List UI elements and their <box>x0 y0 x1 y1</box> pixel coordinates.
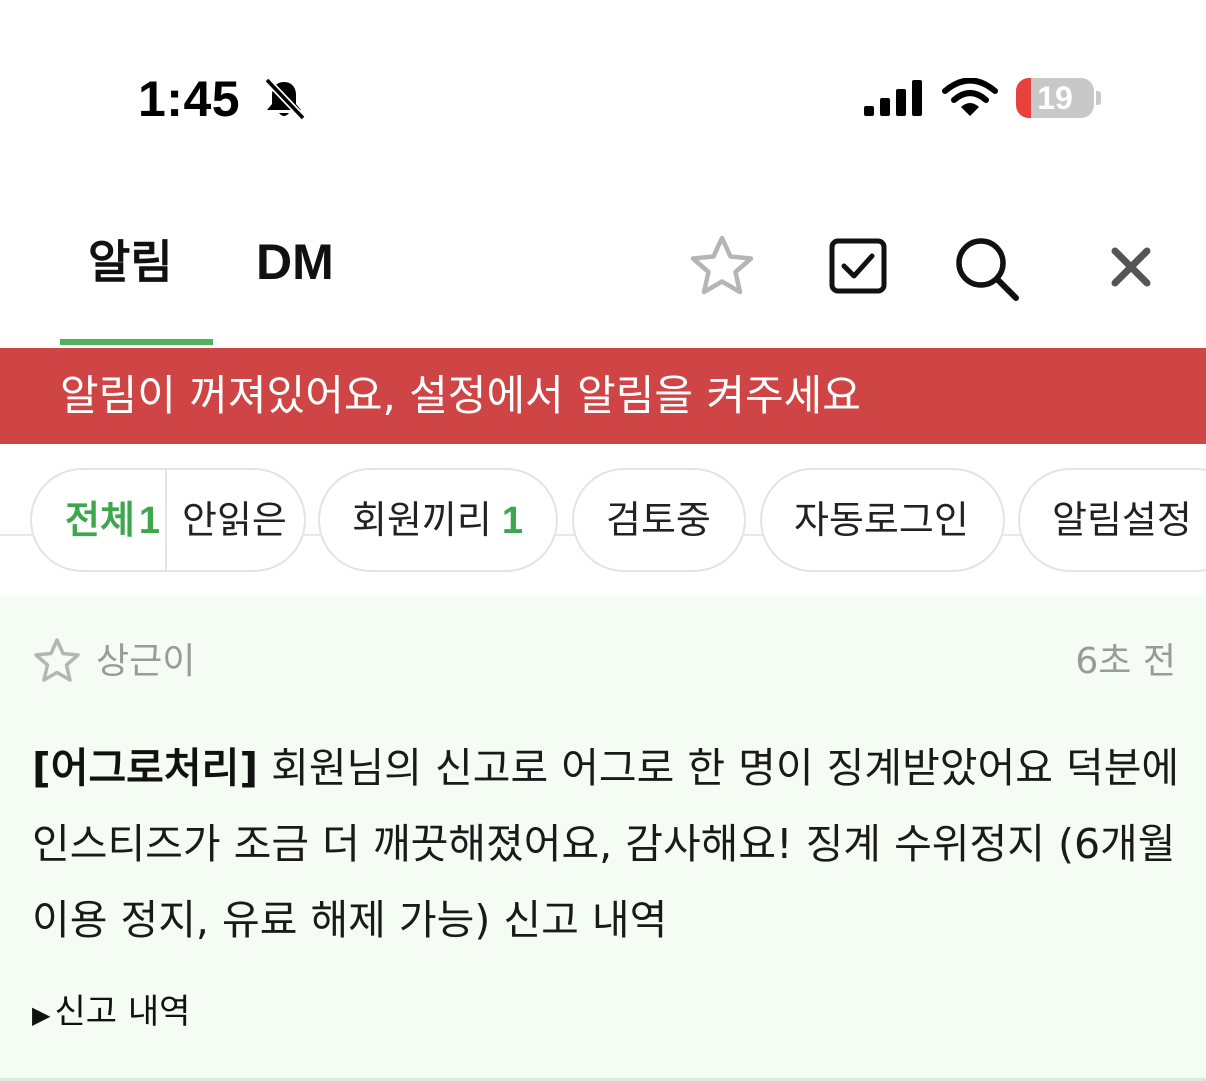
select-mode-button[interactable] <box>822 232 892 302</box>
filter-settings-label: 알림설정 <box>1052 498 1192 542</box>
report-history-link[interactable]: ▶ 신고 내역 <box>32 990 190 1037</box>
filter-autologin-label: 자동로그인 <box>794 498 969 542</box>
close-button[interactable] <box>1096 232 1166 302</box>
notification-user: 상근이 <box>96 641 196 682</box>
checkbox-icon <box>829 238 887 294</box>
filter-chip-row: 전체 1 안읽은 회원끼리 1 검토중 자동로그인 알림설정 <box>0 468 1206 572</box>
notification-tag: [어그로처리] <box>32 744 259 792</box>
filter-alert-settings[interactable]: 알림설정 <box>1018 468 1206 572</box>
bell-slash-icon <box>261 76 307 122</box>
expand-triangle-icon: ▶ <box>32 1001 51 1029</box>
filter-chip-all-unread: 전체 1 안읽은 <box>30 468 306 572</box>
notification-item[interactable]: 상근이 6초 전 [어그로처리] 회원님의 신고로 어그로 한 명이 징계받았어… <box>0 596 1206 1081</box>
battery-indicator: 19 <box>1016 78 1104 118</box>
header: 알림 DM <box>0 190 1206 536</box>
tab-dm[interactable]: DM <box>256 232 334 292</box>
notification-star-button[interactable] <box>32 636 82 686</box>
filter-members-label: 회원끼리 <box>352 498 492 542</box>
filter-all-label: 전체 <box>65 498 135 542</box>
notification-message: [어그로처리] 회원님의 신고로 어그로 한 명이 징계받았어요 덕분에 인스티… <box>32 730 1202 958</box>
filter-all-count: 1 <box>138 500 161 542</box>
favorite-star-button[interactable] <box>687 232 757 302</box>
filter-members[interactable]: 회원끼리 1 <box>318 468 558 572</box>
star-icon <box>34 638 80 682</box>
battery-cap <box>1096 91 1101 105</box>
notification-disabled-banner[interactable]: 알림이 꺼져있어요, 설정에서 알림을 켜주세요 <box>0 348 1206 444</box>
notification-screen: 1:45 19 알림 DM 알림이 꺼져있어요, 설정에서 알림을 켜주세요 전… <box>0 0 1206 1081</box>
filter-autologin[interactable]: 자동로그인 <box>760 468 1005 572</box>
search-icon <box>956 238 1019 301</box>
report-history-label: 신고 내역 <box>54 992 191 1032</box>
chip-divider <box>165 470 167 570</box>
filter-review-label: 검토중 <box>606 498 711 542</box>
status-bar: 1:45 19 <box>0 0 1206 190</box>
filter-unread[interactable]: 안읽은 <box>182 470 287 570</box>
banner-text: 알림이 꺼져있어요, 설정에서 알림을 켜주세요 <box>60 371 861 420</box>
active-tab-indicator <box>60 339 213 345</box>
cellular-signal-icon <box>864 80 924 116</box>
star-icon <box>690 235 754 295</box>
search-button[interactable] <box>950 232 1020 302</box>
filter-all[interactable]: 전체 1 <box>32 470 166 570</box>
filter-members-count: 1 <box>501 500 523 542</box>
status-time: 1:45 <box>138 71 241 127</box>
close-icon <box>1111 247 1151 287</box>
wifi-icon <box>942 77 998 118</box>
battery-body: 19 <box>1016 78 1094 118</box>
battery-level-text: 19 <box>1037 80 1073 116</box>
filter-review[interactable]: 검토중 <box>572 468 746 572</box>
notification-time: 6초 전 <box>1075 641 1176 682</box>
tab-alerts[interactable]: 알림 <box>88 232 173 292</box>
